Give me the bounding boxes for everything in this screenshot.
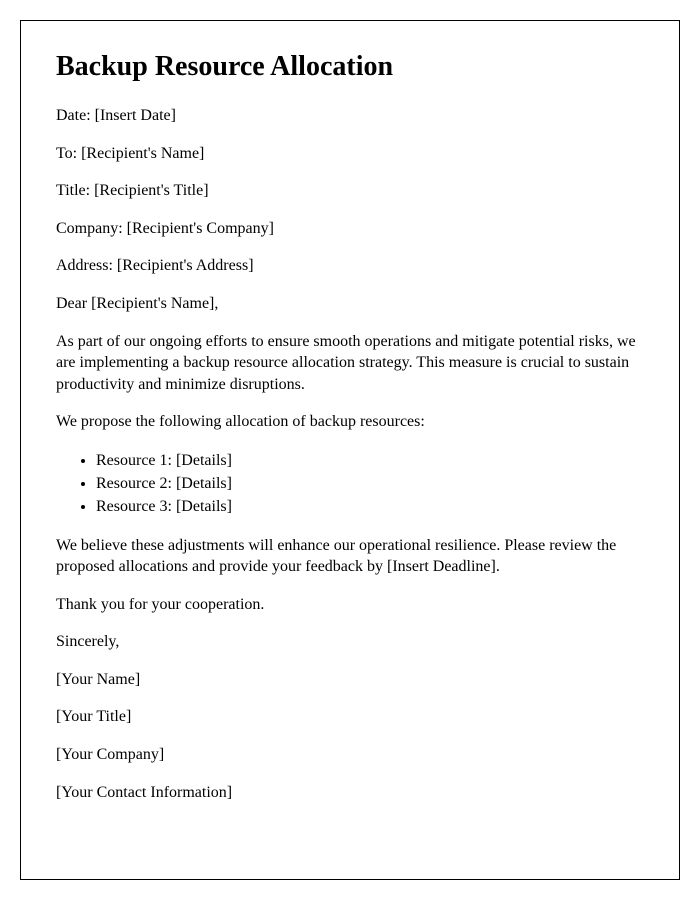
resource-list: Resource 1: [Details] Resource 2: [Detai… [96, 449, 644, 519]
list-item: Resource 2: [Details] [96, 472, 644, 495]
signature-company: [Your Company] [56, 744, 644, 766]
signature-name: [Your Name] [56, 669, 644, 691]
field-date: Date: [Insert Date] [56, 105, 644, 127]
field-address: Address: [Recipient's Address] [56, 255, 644, 277]
field-recipient-title: Title: [Recipient's Title] [56, 180, 644, 202]
field-company: Company: [Recipient's Company] [56, 218, 644, 240]
salutation: Dear [Recipient's Name], [56, 293, 644, 315]
signature-title: [Your Title] [56, 706, 644, 728]
paragraph-intro: As part of our ongoing efforts to ensure… [56, 331, 644, 396]
paragraph-proposal-lead: We propose the following allocation of b… [56, 411, 644, 433]
field-to: To: [Recipient's Name] [56, 143, 644, 165]
list-item: Resource 3: [Details] [96, 495, 644, 518]
list-item: Resource 1: [Details] [96, 449, 644, 472]
paragraph-thanks: Thank you for your cooperation. [56, 594, 644, 616]
page-title: Backup Resource Allocation [56, 51, 644, 83]
signature-sincerely: Sincerely, [56, 631, 644, 653]
document-container: Backup Resource Allocation Date: [Insert… [20, 20, 680, 880]
signature-contact: [Your Contact Information] [56, 782, 644, 804]
paragraph-closing: We believe these adjustments will enhanc… [56, 535, 644, 578]
